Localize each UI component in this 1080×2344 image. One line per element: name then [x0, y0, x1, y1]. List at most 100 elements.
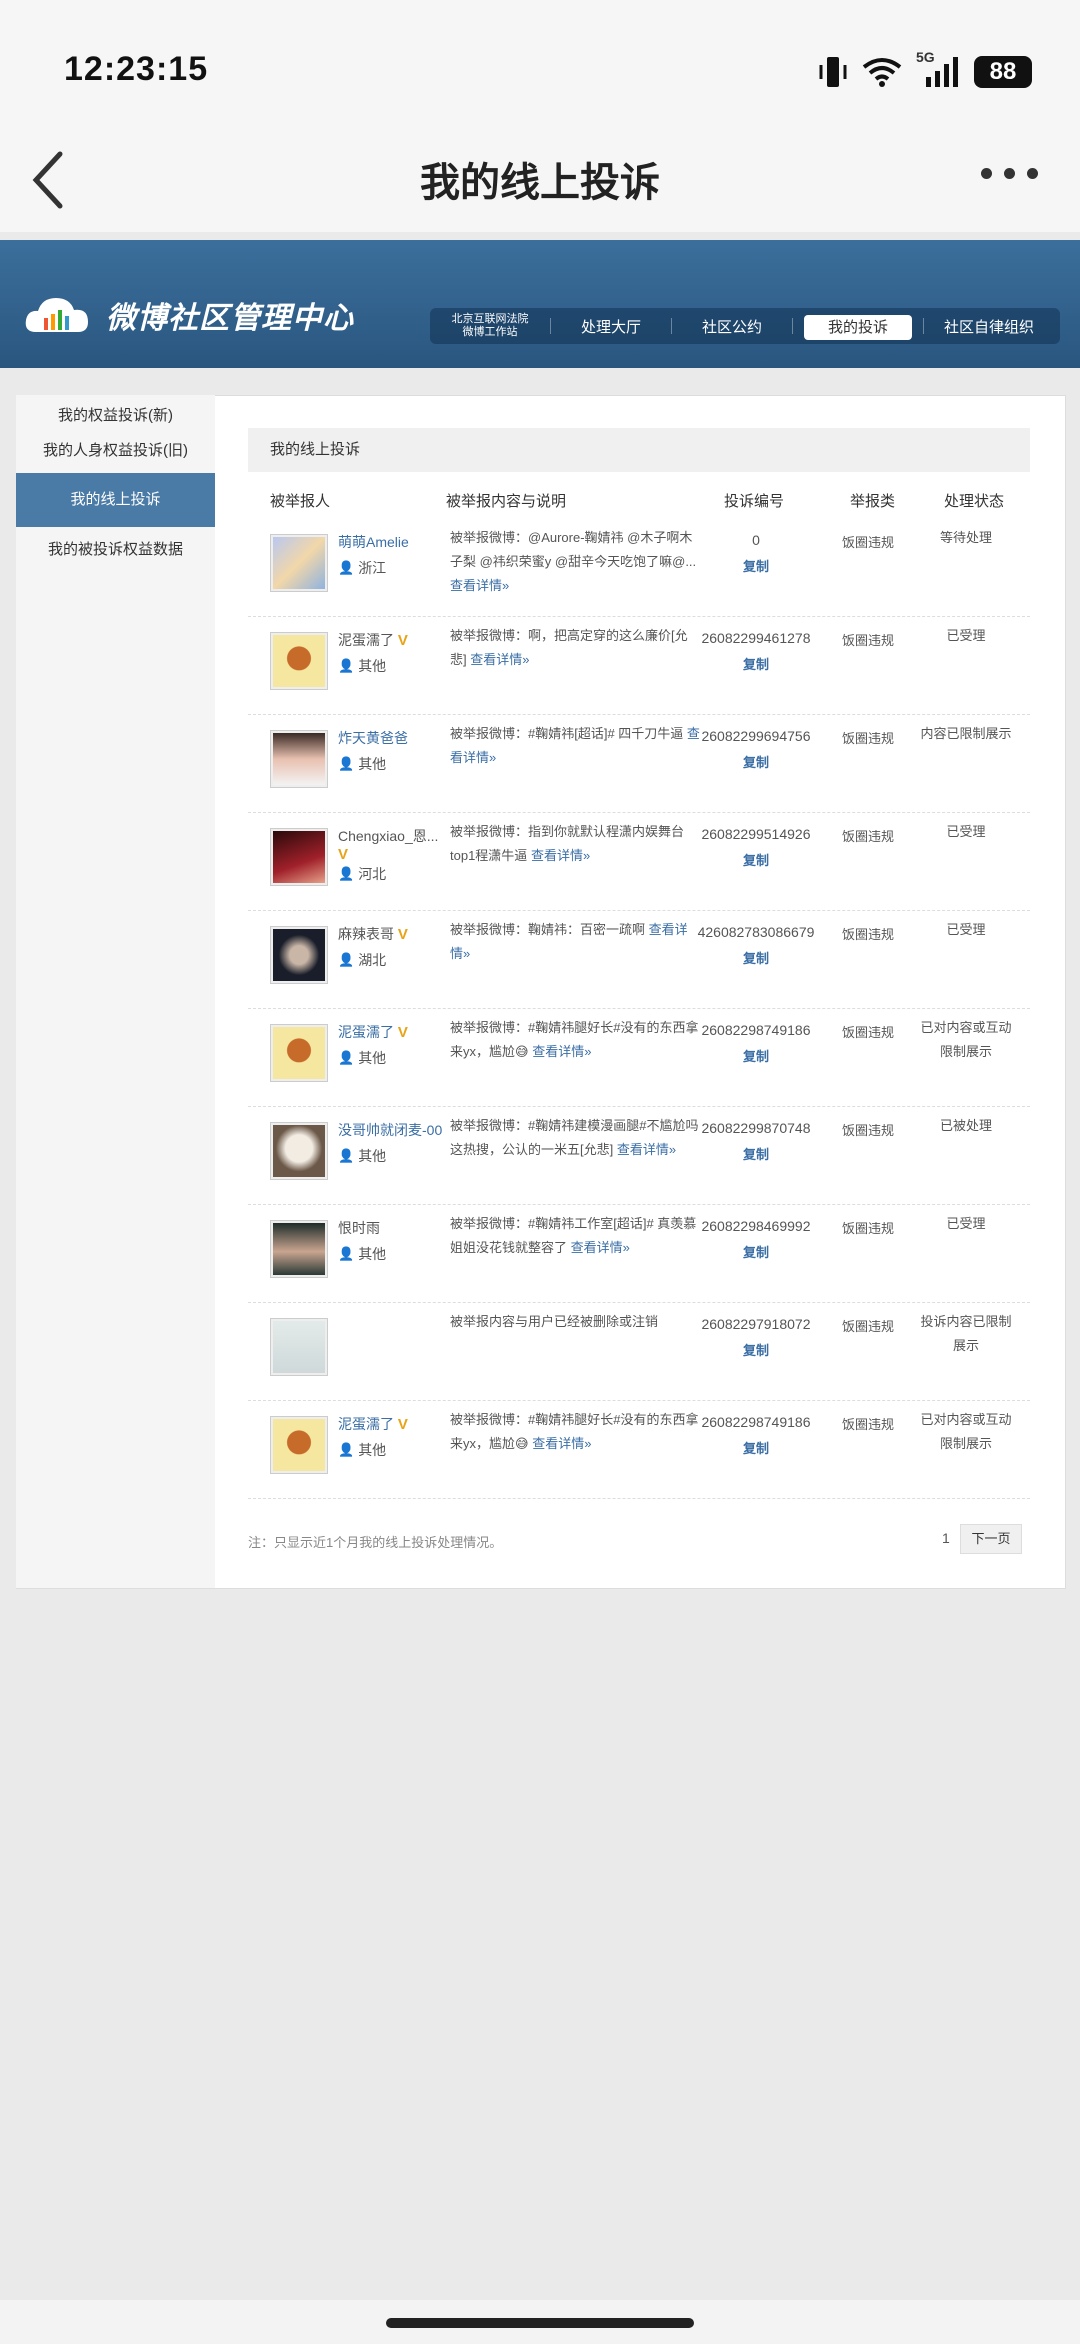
status-text: 内容已限制展示 — [920, 726, 1012, 741]
reported-user-name[interactable]: 恨时雨 — [338, 1218, 380, 1238]
copy-button[interactable]: 复制 — [696, 1144, 816, 1163]
avatar[interactable] — [270, 1024, 328, 1082]
view-details-link[interactable]: 查看详情» — [532, 1436, 591, 1451]
complaint-id: 26082297918072 — [701, 1316, 811, 1332]
avatar[interactable] — [270, 1122, 328, 1180]
table-row: 恨时雨 👤 其他 被举报微博：#鞠婧祎工作室[超话]# 真羡慕姐姐没花钱就整容了 … — [248, 1204, 1030, 1303]
copy-button[interactable]: 复制 — [696, 1340, 816, 1359]
complaint-id: 26082299514926 — [701, 826, 811, 842]
next-page-button[interactable]: 下一页 — [960, 1524, 1022, 1554]
verified-v-icon: V — [397, 1024, 408, 1041]
avatar[interactable] — [270, 1318, 328, 1376]
complaint-id: 26082299461278 — [701, 630, 811, 646]
copy-button[interactable]: 复制 — [696, 850, 816, 869]
nav-my-complaints-wrap: 我的投诉 — [793, 314, 923, 340]
content-text: 被举报内容与用户已经被删除或注销 — [450, 1314, 659, 1329]
report-category: 饭圈违规 — [841, 1221, 894, 1236]
nav-hall[interactable]: 处理大厅 — [551, 316, 671, 337]
status-text: 投诉内容已限制展示 — [920, 1314, 1012, 1353]
more-options-button[interactable] — [981, 168, 1038, 179]
report-content: 被举报内容与用户已经被删除或注销 — [450, 1310, 700, 1334]
location-text: 其他 — [358, 756, 387, 772]
cloud-logo-icon — [25, 298, 88, 332]
view-details-link[interactable]: 查看详情» — [470, 652, 529, 667]
col-header-id: 投诉编号 — [724, 493, 785, 510]
location-text: 其他 — [358, 1050, 387, 1066]
page-number[interactable]: 1 — [942, 1530, 950, 1546]
home-indicator[interactable] — [386, 2318, 694, 2328]
reported-user-name[interactable]: 萌萌Amelie — [338, 532, 409, 552]
location-text: 其他 — [358, 658, 387, 674]
location-text: 河北 — [358, 866, 387, 882]
verified-v-icon: V — [397, 926, 408, 943]
table-row: 泥蛋濡了 V 👤 其他 被举报微博：#鞠婧祎腿好长#没有的东西拿来yx，尴尬😅 查… — [248, 1008, 1030, 1107]
report-content: 被举报微博：#鞠婧祎腿好长#没有的东西拿来yx，尴尬😅 查看详情» — [450, 1408, 700, 1456]
wifi-icon — [862, 58, 902, 87]
sidebar-item-rights-new[interactable]: 我的权益投诉(新) — [16, 401, 215, 431]
avatar[interactable] — [270, 828, 328, 886]
view-details-link[interactable]: 查看详情» — [532, 1044, 591, 1059]
avatar[interactable] — [270, 926, 328, 984]
nav-self-discipline[interactable]: 社区自律组织 — [924, 316, 1054, 337]
reported-user-name[interactable]: Chengxiao_恩... V — [338, 826, 438, 863]
nav-my-complaints[interactable]: 我的投诉 — [803, 314, 912, 340]
view-details-link[interactable]: 查看详情» — [450, 578, 509, 593]
network-type: 5G — [916, 49, 935, 65]
copy-button[interactable]: 复制 — [696, 1438, 816, 1457]
location-text: 其他 — [358, 1148, 387, 1164]
reported-user-name[interactable]: 泥蛋濡了 V — [338, 1414, 408, 1434]
battery-indicator: 88 — [974, 56, 1032, 88]
location-text: 其他 — [358, 1246, 387, 1262]
top-nav: 北京互联网法院 微博工作站 处理大厅 社区公约 我的投诉 社区自律组织 — [430, 308, 1060, 344]
avatar[interactable] — [270, 1416, 328, 1474]
nav-court-station[interactable]: 北京互联网法院 微博工作站 — [430, 313, 550, 339]
view-details-link[interactable]: 查看详情» — [531, 848, 590, 863]
view-details-link[interactable]: 查看详情» — [571, 1240, 630, 1255]
copy-button[interactable]: 复制 — [696, 654, 816, 673]
report-category: 饭圈违规 — [841, 535, 894, 550]
nav-convention[interactable]: 社区公约 — [672, 316, 792, 337]
sidebar-item-online-complaints[interactable]: 我的线上投诉 — [16, 473, 215, 527]
reported-user-name[interactable]: 炸天黄爸爸 — [338, 728, 408, 748]
sidebar-item-complained-data[interactable]: 我的被投诉权益数据 — [16, 527, 215, 573]
report-content: 被举报微博：#鞠婧祎建模漫画腿#不尴尬吗这热搜，公认的一米五[允悲] 查看详情» — [450, 1114, 700, 1162]
complaint-id: 426082783086679 — [697, 924, 815, 940]
reported-user-name[interactable]: 麻辣表哥 V — [338, 924, 408, 944]
avatar[interactable] — [270, 632, 328, 690]
copy-button[interactable]: 复制 — [696, 752, 816, 771]
sidebar-item-personal-rights-old[interactable]: 我的人身权益投诉(旧) — [16, 431, 215, 471]
report-category: 饭圈违规 — [841, 1123, 894, 1138]
status-text: 已对内容或互动限制展示 — [920, 1412, 1012, 1451]
report-content: 被举报微博：啊，把高定穿的这么廉价[允悲] 查看详情» — [450, 624, 700, 672]
table-row: 没哥帅就闭麦-00 👤 其他 被举报微博：#鞠婧祎建模漫画腿#不尴尬吗这热搜，公认… — [248, 1106, 1030, 1205]
copy-button[interactable]: 复制 — [696, 1242, 816, 1261]
person-icon: 👤 — [338, 1050, 355, 1065]
status-text: 等待处理 — [939, 530, 992, 545]
complaint-id: 26082299694756 — [701, 728, 811, 744]
avatar[interactable] — [270, 1220, 328, 1278]
copy-button[interactable]: 复制 — [696, 1046, 816, 1065]
avatar[interactable] — [270, 534, 328, 592]
report-category: 饭圈违规 — [841, 731, 894, 746]
report-category: 饭圈违规 — [841, 1319, 894, 1334]
person-icon: 👤 — [338, 1148, 355, 1163]
user-location: 👤 其他 — [338, 1440, 386, 1460]
site-logo[interactable]: 微博社区管理中心 — [22, 292, 354, 338]
reported-user-name[interactable]: 泥蛋濡了 V — [338, 630, 408, 650]
person-icon: 👤 — [338, 658, 355, 673]
reported-user-name[interactable]: 没哥帅就闭麦-00 — [338, 1120, 442, 1140]
col-header-category: 举报类 — [850, 493, 896, 510]
reported-user-name[interactable]: 泥蛋濡了 V — [338, 1022, 408, 1042]
avatar[interactable] — [270, 730, 328, 788]
copy-button[interactable]: 复制 — [696, 948, 816, 967]
user-location: 👤 其他 — [338, 656, 386, 676]
copy-button[interactable]: 复制 — [696, 556, 816, 575]
page-title: 我的线上投诉 — [420, 161, 660, 205]
table-row: 被举报内容与用户已经被删除或注销 26082297918072 复制 饭圈违规 … — [248, 1302, 1030, 1401]
report-content: 被举报微博：#鞠婧祎工作室[超话]# 真羡慕姐姐没花钱就整容了 查看详情» — [450, 1212, 700, 1260]
user-location: 👤 其他 — [338, 754, 386, 774]
table-row: 麻辣表哥 V 👤 湖北 被举报微博：鞠婧祎：百密一疏啊 查看详情» 4260827… — [248, 910, 1030, 1009]
report-content: 被举报微博：#鞠婧祎[超话]# 四千刀牛逼 查看详情» — [450, 722, 700, 770]
view-details-link[interactable]: 查看详情» — [617, 1142, 676, 1157]
content-text: 被举报微博：鞠婧祎：百密一疏啊 — [450, 922, 646, 937]
